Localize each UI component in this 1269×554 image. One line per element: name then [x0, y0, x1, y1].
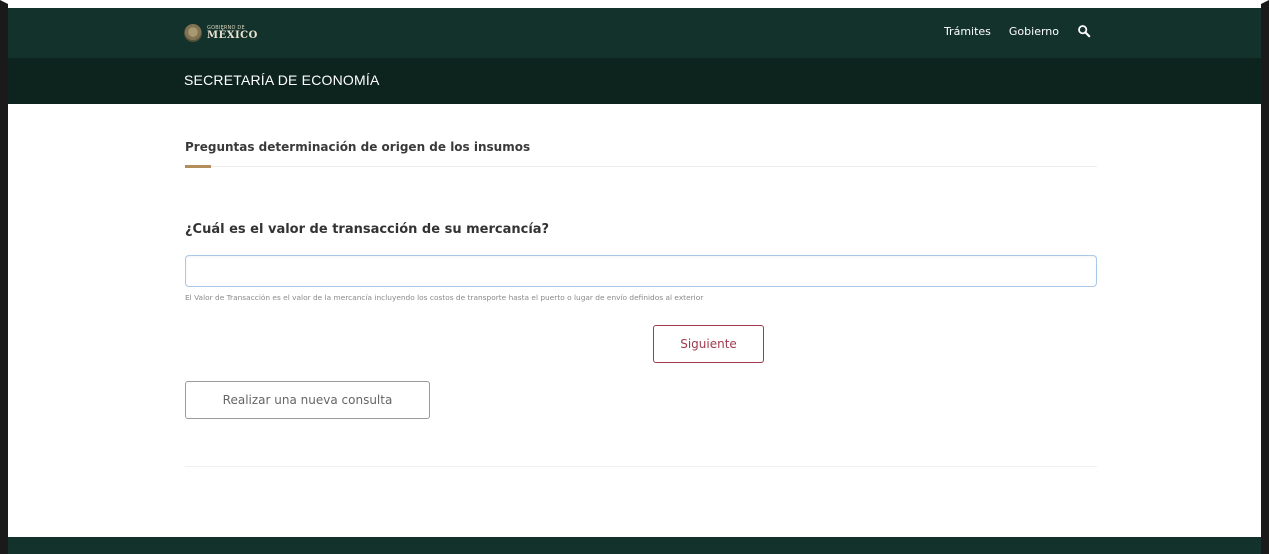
new-query-button[interactable]: Realizar una nueva consulta	[185, 381, 430, 419]
help-text: El Valor de Transacción es el valor de l…	[185, 293, 704, 302]
seal-icon	[184, 24, 202, 42]
search-icon[interactable]	[1077, 24, 1091, 38]
logo-wordmark: GOBIERNO DE MÉXICO	[207, 25, 258, 41]
gobierno-de-mexico-logo[interactable]: GOBIERNO DE MÉXICO	[184, 22, 258, 44]
logo-big-text: MÉXICO	[207, 29, 258, 41]
footer	[8, 537, 1261, 554]
secretaria-banner: SECRETARÍA DE ECONOMÍA	[8, 58, 1261, 104]
question-label: ¿Cuál es el valor de transacción de su m…	[185, 222, 550, 237]
transaction-value-input[interactable]	[185, 255, 1097, 287]
title-accent-bar	[185, 165, 211, 168]
secretaria-title[interactable]: SECRETARÍA DE ECONOMÍA	[184, 72, 380, 88]
nav-link-gobierno[interactable]: Gobierno	[1009, 25, 1059, 38]
next-button[interactable]: Siguiente	[653, 325, 764, 363]
section-divider	[185, 166, 1097, 167]
section-title: Preguntas determinación de origen de los…	[185, 140, 531, 154]
top-navbar: GOBIERNO DE MÉXICO Trámites Gobierno	[8, 8, 1261, 58]
nav-link-tramites[interactable]: Trámites	[944, 25, 991, 38]
main-nav: Trámites Gobierno	[944, 24, 1091, 38]
content-divider	[185, 466, 1097, 467]
